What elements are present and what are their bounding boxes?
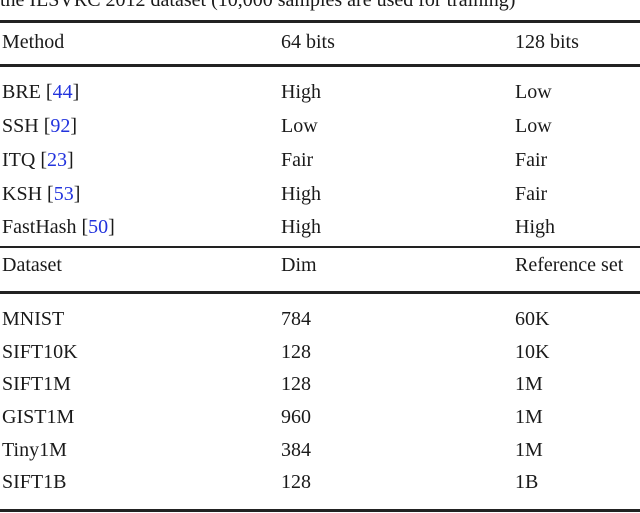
table-row: SIFT10K 128 10K (0, 336, 640, 368)
reference-set-cell: 1M (515, 439, 543, 461)
table-row: MNIST 784 60K (0, 303, 640, 335)
table-caption: the ILSVRC 2012 dataset (10,000 samples … (0, 0, 516, 11)
table2-header-row: Dataset Dim Reference set (0, 249, 640, 281)
header-rule (0, 291, 640, 294)
dataset-cell: MNIST (2, 308, 65, 330)
reference-set-cell: 1M (515, 406, 543, 428)
table-row: ITQ [23] Fair Fair (0, 144, 640, 176)
bits128-cell: Fair (515, 149, 548, 171)
table-row: GIST1M 960 1M (0, 401, 640, 433)
bits64-cell: Fair (281, 149, 314, 171)
method-cell: FastHash [50] (2, 216, 115, 238)
dataset-cell: SIFT10K (2, 341, 78, 363)
dim-cell: 960 (281, 406, 311, 428)
dim-cell: 384 (281, 439, 311, 461)
table-row: SSH [92] Low Low (0, 110, 640, 142)
header-dim: Dim (281, 254, 317, 276)
citation-link[interactable]: 92 (50, 115, 70, 137)
dim-cell: 128 (281, 341, 311, 363)
method-name: KSH (2, 183, 48, 205)
header-reference-set: Reference set (515, 254, 624, 276)
dim-cell: 128 (281, 373, 311, 395)
table-row: SIFT1B 128 1B (0, 466, 640, 498)
citation-link[interactable]: 50 (88, 216, 108, 238)
bottom-rule (0, 509, 640, 512)
bits128-cell: Low (515, 81, 552, 103)
method-name: FastHash (2, 216, 82, 238)
citation-link[interactable]: 53 (54, 183, 74, 205)
bits64-cell: High (281, 81, 321, 103)
header-dataset: Dataset (2, 254, 62, 276)
reference-set-cell: 60K (515, 308, 550, 330)
citation-link[interactable]: 44 (53, 81, 73, 103)
method-name: ITQ (2, 149, 41, 171)
table-row: KSH [53] High Fair (0, 178, 640, 210)
table-row: Tiny1M 384 1M (0, 434, 640, 466)
bits64-cell: Low (281, 115, 318, 137)
table-row: BRE [44] High Low (0, 76, 640, 108)
dataset-cell: SIFT1M (2, 373, 71, 395)
top-rule (0, 20, 640, 23)
reference-set-cell: 1M (515, 373, 543, 395)
method-name: BRE (2, 81, 46, 103)
dataset-cell: GIST1M (2, 406, 75, 428)
table-row: SIFT1M 128 1M (0, 368, 640, 400)
method-cell: BRE [44] (2, 81, 80, 103)
header-rule (0, 64, 640, 67)
citation-link[interactable]: 23 (47, 149, 67, 171)
bits128-cell: Fair (515, 183, 548, 205)
bits64-cell: High (281, 183, 321, 205)
reference-set-cell: 10K (515, 341, 550, 363)
method-name: SSH (2, 115, 44, 137)
dataset-cell: Tiny1M (2, 439, 67, 461)
method-cell: KSH [53] (2, 183, 81, 205)
reference-set-cell: 1B (515, 471, 539, 493)
header-64-bits: 64 bits (281, 31, 335, 53)
dim-cell: 128 (281, 471, 311, 493)
bits64-cell: High (281, 216, 321, 238)
table-separator-rule (0, 246, 640, 248)
method-cell: ITQ [23] (2, 149, 74, 171)
dim-cell: 784 (281, 308, 311, 330)
table-row: FastHash [50] High High (0, 211, 640, 243)
method-cell: SSH [92] (2, 115, 78, 137)
bits128-cell: Low (515, 115, 552, 137)
table1-header-row: Method 64 bits 128 bits (0, 26, 640, 58)
header-128-bits: 128 bits (515, 31, 579, 53)
dataset-cell: SIFT1B (2, 471, 67, 493)
header-method: Method (2, 31, 65, 53)
bits128-cell: High (515, 216, 555, 238)
